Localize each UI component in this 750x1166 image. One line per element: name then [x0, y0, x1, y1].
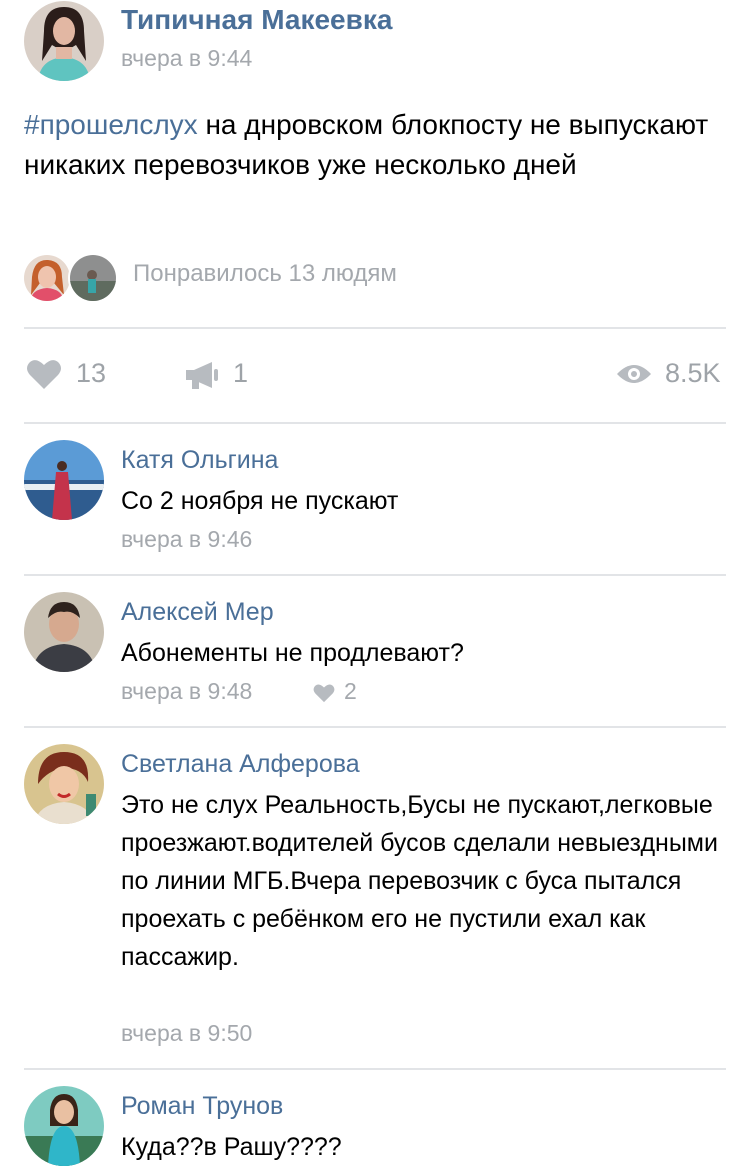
comment-like-count[interactable]: 2 — [344, 678, 357, 705]
comment-text: Это не слух Реальность,Бусы не пускают,л… — [121, 791, 718, 971]
comment-text: Со 2 ноября не пускают — [121, 487, 399, 515]
comment-author-name[interactable]: Алексей Мер — [121, 598, 274, 627]
comment-text: Абонементы не продлевают? — [121, 639, 464, 667]
divider — [24, 327, 726, 329]
liker-avatar[interactable] — [22, 253, 72, 303]
comment-timestamp[interactable]: вчера в 9:50 — [121, 1020, 252, 1047]
post-text: #прошелслух на днровском блокпосту не вы… — [24, 105, 724, 185]
comment-timestamp[interactable]: вчера в 9:48 — [121, 678, 252, 705]
comment-author-avatar[interactable] — [24, 440, 104, 520]
comment-author-name[interactable]: Катя Ольгина — [121, 446, 278, 475]
megaphone-icon[interactable] — [184, 360, 220, 390]
post-timestamp[interactable]: вчера в 9:44 — [121, 45, 252, 72]
comment-timestamp[interactable]: вчера в 9:46 — [121, 526, 252, 553]
comment-text: Куда??в Рашу???? — [121, 1133, 342, 1161]
divider — [24, 422, 726, 424]
liker-avatar[interactable] — [68, 253, 118, 303]
post-author-name[interactable]: Типичная Макеевка — [121, 4, 392, 36]
divider — [24, 726, 726, 728]
heart-icon[interactable] — [26, 358, 62, 390]
post-hashtag[interactable]: #прошелслух — [24, 109, 198, 140]
repost-count[interactable]: 1 — [233, 358, 248, 389]
comment-author-avatar[interactable] — [24, 592, 104, 672]
like-count[interactable]: 13 — [76, 358, 106, 389]
liked-by-text[interactable]: Понравилось 13 людям — [133, 260, 397, 288]
comment-author-avatar[interactable] — [24, 1086, 104, 1166]
post-author-avatar[interactable] — [24, 1, 104, 81]
view-count: 8.5K — [665, 358, 721, 388]
comment-author-name[interactable]: Светлана Алферова — [121, 750, 360, 779]
heart-icon[interactable] — [313, 683, 335, 703]
divider — [24, 574, 726, 576]
comment-author-avatar[interactable] — [24, 744, 104, 824]
divider — [24, 1068, 726, 1070]
comment-author-name[interactable]: Роман Трунов — [121, 1092, 283, 1121]
eye-icon — [616, 362, 652, 386]
